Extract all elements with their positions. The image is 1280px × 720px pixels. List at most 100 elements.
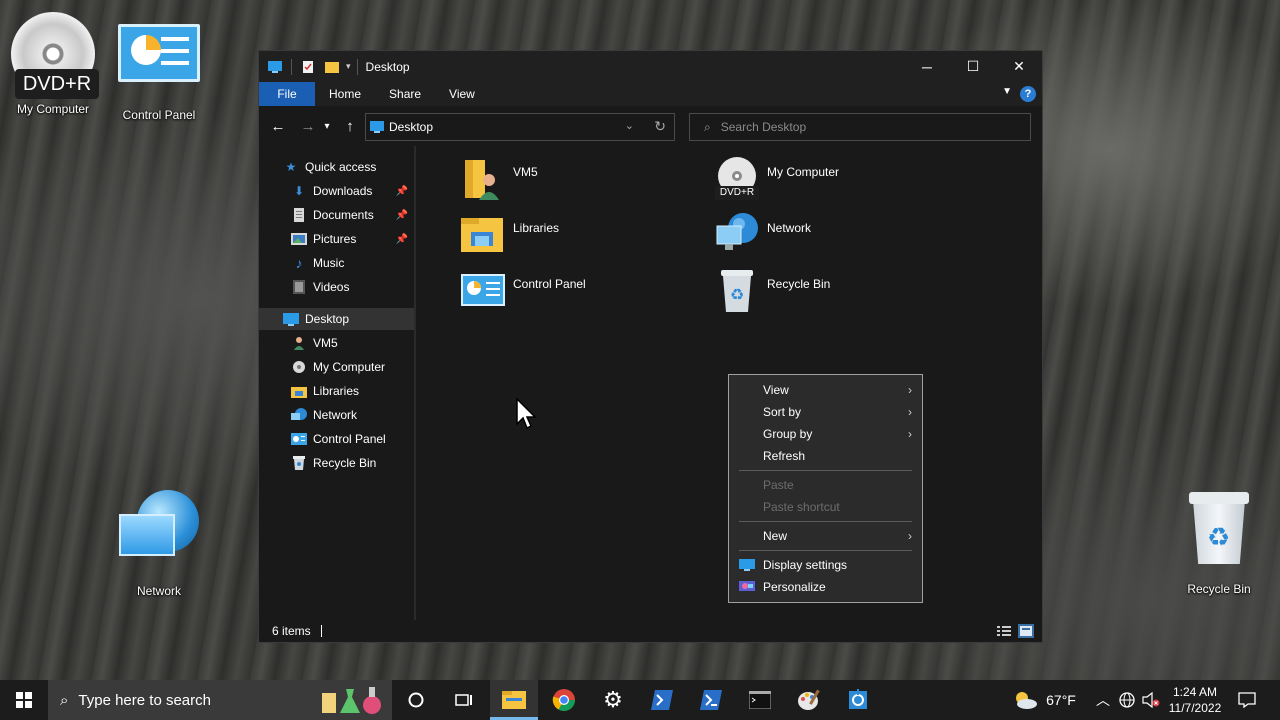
help-icon[interactable]: ? <box>1020 86 1036 102</box>
nav-quick-access[interactable]: ★ Quick access <box>283 156 438 178</box>
desktop-icon-control-panel[interactable]: Control Panel <box>111 24 207 122</box>
item-name: Libraries <box>513 221 560 235</box>
tab-share[interactable]: Share <box>375 82 435 106</box>
desktop-icon-label: Recycle Bin <box>1187 582 1251 596</box>
music-icon: ♪ <box>295 255 303 271</box>
tab-home[interactable]: Home <box>315 82 375 106</box>
desktop-icon-network[interactable]: Network <box>111 490 207 598</box>
speaker-muted-icon <box>1142 692 1160 708</box>
action-center-button[interactable] <box>1230 680 1264 720</box>
nav-network[interactable]: Network <box>291 404 414 426</box>
search-input[interactable] <box>720 120 1001 134</box>
forward-arrow-icon[interactable]: → <box>297 118 319 135</box>
menu-item-paste-shortcut[interactable]: Paste shortcut <box>729 496 922 518</box>
network-icon <box>716 213 758 250</box>
terminal-icon <box>749 691 771 709</box>
desktop-icon-label: Network <box>136 584 181 598</box>
nav-control-panel[interactable]: Control Panel <box>291 428 414 450</box>
dvd-badge: DVD+R <box>715 186 759 200</box>
taskbar-paint[interactable] <box>785 680 833 720</box>
nav-downloads[interactable]: ⬇ Downloads 📌 <box>291 180 414 202</box>
nav-documents[interactable]: Documents 📌 <box>291 204 414 226</box>
nav-videos[interactable]: Videos <box>291 276 414 298</box>
qat-dropdown-icon[interactable]: ▾ <box>346 61 351 72</box>
chevron-right-icon: › <box>908 405 912 419</box>
nav-my-computer[interactable]: My Computer <box>291 356 414 378</box>
nav-music[interactable]: ♪ Music <box>291 252 414 274</box>
menu-label: Refresh <box>763 449 806 463</box>
menu-item-refresh[interactable]: Refresh <box>729 445 922 467</box>
title-bar[interactable]: ▾ Desktop ─ ☐ ✕ <box>259 51 1042 82</box>
minimize-button[interactable]: ─ <box>904 51 950 82</box>
menu-item-group-by[interactable]: Group by › <box>729 423 922 445</box>
menu-item-personalize[interactable]: Personalize <box>729 576 922 598</box>
taskbar-powershell-ise[interactable] <box>687 680 735 720</box>
back-arrow-icon[interactable]: ← <box>267 118 289 135</box>
clock-date: 11/7/2022 <box>1168 701 1222 715</box>
taskbar-powershell[interactable] <box>638 680 686 720</box>
nav-libraries[interactable]: Libraries <box>291 380 414 402</box>
dvd-badge: DVD+R <box>15 69 99 99</box>
item-vm5[interactable]: VM5 <box>461 156 691 204</box>
menu-label: New <box>763 529 788 543</box>
show-hidden-icons[interactable]: ︿ <box>1092 680 1114 720</box>
task-view-icon <box>455 694 472 706</box>
nav-vm5[interactable]: VM5 <box>291 332 414 354</box>
ribbon-tabs: File Home Share View ▼ ? <box>259 82 1042 106</box>
details-view-icon[interactable] <box>996 624 1012 638</box>
taskbar-chrome[interactable] <box>540 680 588 720</box>
menu-label: Paste shortcut <box>763 500 840 514</box>
nav-pictures[interactable]: Pictures 📌 <box>291 228 414 250</box>
close-button[interactable]: ✕ <box>996 51 1042 82</box>
new-folder-icon[interactable] <box>324 60 340 74</box>
taskbar-search-input[interactable] <box>78 691 299 709</box>
address-dropdown-icon[interactable]: ⌄ <box>625 119 634 132</box>
desktop-icon-recycle-bin[interactable]: ♻ Recycle Bin <box>1171 488 1267 596</box>
taskbar-settings[interactable]: ⚙ <box>589 680 637 720</box>
tab-view[interactable]: View <box>435 82 489 106</box>
refresh-icon[interactable]: ↻ <box>654 118 666 135</box>
properties-icon[interactable] <box>300 60 316 74</box>
start-button[interactable] <box>0 680 48 720</box>
volume-tray[interactable] <box>1140 680 1162 720</box>
menu-label: Group by <box>763 427 813 441</box>
item-name: Recycle Bin <box>767 277 831 291</box>
document-icon <box>291 207 307 223</box>
up-arrow-icon[interactable]: ↑ <box>339 118 361 135</box>
taskbar-command-prompt[interactable] <box>736 680 784 720</box>
taskbar-app-gear[interactable] <box>834 680 882 720</box>
svg-text:♻: ♻ <box>730 285 744 304</box>
paint-palette-icon <box>798 689 820 710</box>
menu-item-sort-by[interactable]: Sort by › <box>729 401 922 423</box>
taskbar-search[interactable]: ⌕ <box>48 680 392 720</box>
item-libraries[interactable]: Libraries <box>461 212 691 260</box>
item-name: VM5 <box>513 165 538 179</box>
menu-item-display-settings[interactable]: Display settings <box>729 554 922 576</box>
item-control-panel[interactable]: Control Panel <box>461 268 691 316</box>
maximize-button[interactable]: ☐ <box>950 51 996 82</box>
large-icons-view-icon[interactable] <box>1018 624 1034 638</box>
taskbar: ⌕ ⚙ 67°F ︿ <box>0 680 1280 720</box>
recent-locations-icon[interactable]: ▾ <box>319 121 335 132</box>
item-recycle-bin[interactable]: ♻ Recycle Bin <box>715 268 945 316</box>
task-view-button[interactable] <box>444 680 484 720</box>
chevron-right-icon: › <box>908 383 912 397</box>
nav-recycle-bin[interactable]: Recycle Bin <box>291 452 414 474</box>
tab-file[interactable]: File <box>259 82 315 106</box>
item-my-computer[interactable]: DVD+R My Computer <box>715 156 945 204</box>
menu-item-view[interactable]: View › <box>729 379 922 401</box>
network-tray[interactable] <box>1116 680 1138 720</box>
taskbar-file-explorer[interactable] <box>490 680 538 720</box>
nav-desktop[interactable]: Desktop <box>259 308 414 330</box>
search-box[interactable]: ⌕ <box>689 113 1031 141</box>
expand-ribbon-icon[interactable]: ▼ <box>1002 86 1012 97</box>
item-network[interactable]: Network <box>715 212 945 260</box>
clock[interactable]: 1:24 AM 11/7/2022 <box>1164 680 1226 720</box>
menu-item-paste[interactable]: Paste <box>729 474 922 496</box>
menu-item-new[interactable]: New › <box>729 525 922 547</box>
address-field[interactable]: Desktop ⌄ ↻ <box>365 113 675 141</box>
desktop-icon-my-computer[interactable]: DVD+R My Computer <box>5 12 101 116</box>
weather-widget[interactable]: 67°F <box>1004 680 1084 720</box>
personalize-icon <box>739 581 755 591</box>
cortana-button[interactable] <box>396 680 436 720</box>
